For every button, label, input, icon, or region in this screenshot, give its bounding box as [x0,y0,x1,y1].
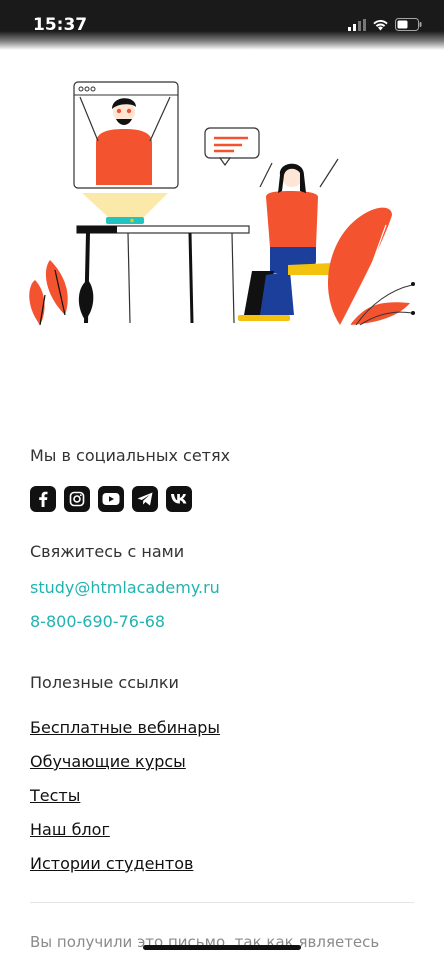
right-plants [327,207,415,326]
status-icons [348,18,422,31]
battery-icon [395,18,422,31]
teacher-student-illustration [29,81,415,326]
left-leaves [29,260,94,326]
projector [82,193,168,224]
browser-window [73,81,179,189]
useful-links-title: Полезные ссылки [30,673,179,692]
social-section-title: Мы в социальных сетях [30,446,231,465]
social-icons-row [30,486,192,512]
facebook-icon[interactable] [30,486,56,512]
table [76,225,250,324]
link-blog[interactable]: Наш блог [30,820,110,839]
footer-divider [30,902,414,903]
instagram-icon[interactable] [64,486,90,512]
contact-phone-link[interactable]: 8-800-690-76-68 [30,612,165,631]
vk-icon[interactable] [166,486,192,512]
signal-icon [348,18,366,31]
link-tests[interactable]: Тесты [30,786,80,805]
link-student-stories[interactable]: Истории студентов [30,854,193,873]
home-indicator[interactable] [143,945,301,950]
link-free-webinars[interactable]: Бесплатные вебинары [30,718,220,737]
contact-section-title: Свяжитесь с нами [30,542,185,561]
wifi-icon [373,19,388,30]
chat-bubble [204,127,260,167]
student [238,158,339,321]
status-time: 15:37 [33,15,88,35]
contact-email-link[interactable]: study@htmlacademy.ru [30,578,220,597]
telegram-icon[interactable] [132,486,158,512]
youtube-icon[interactable] [98,486,124,512]
status-bar: 15:37 [0,0,444,50]
link-training-courses[interactable]: Обучающие курсы [30,752,186,771]
